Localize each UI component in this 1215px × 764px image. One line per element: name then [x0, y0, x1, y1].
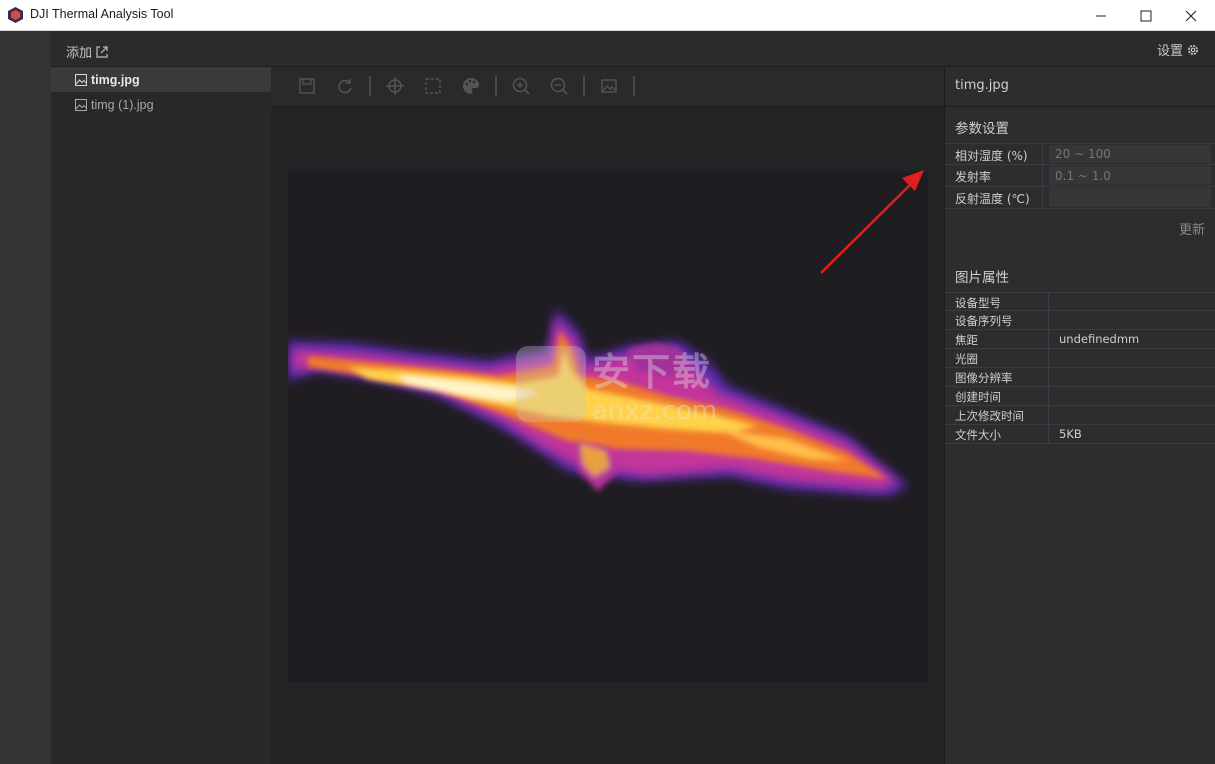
params-section-title: 参数设置: [955, 121, 1009, 137]
prop-value: [1049, 311, 1215, 329]
param-row-humidity: 相对湿度 (%): [945, 143, 1215, 165]
prop-row: 焦距 undefinedmm: [945, 330, 1215, 349]
param-label: 反射温度 (℃): [945, 187, 1043, 208]
panel-filename: timg.jpg: [945, 67, 1215, 107]
watermark-url: anxz.com: [592, 396, 718, 426]
toolbar-divider: [369, 76, 371, 96]
save-button[interactable]: [291, 70, 323, 102]
prop-value: 5KB: [1059, 427, 1082, 441]
external-link-icon: [96, 45, 108, 58]
prop-label: 上次修改时间: [945, 406, 1049, 424]
emissivity-input[interactable]: [1049, 166, 1211, 185]
top-bar: 添加 设置: [51, 31, 1215, 67]
file-item-timg[interactable]: timg.jpg: [51, 67, 271, 92]
gear-icon: [1188, 44, 1198, 55]
close-button[interactable]: [1168, 0, 1214, 31]
update-button[interactable]: 更新: [945, 209, 1215, 252]
toolbar-divider: [495, 76, 497, 96]
maximize-button[interactable]: [1123, 0, 1169, 31]
prop-label: 文件大小: [945, 425, 1049, 443]
maximize-icon: [1140, 10, 1152, 21]
props-table: 设备型号 设备序列号 焦距 undefinedmm 光圈 图像分辨率 创建时间 上…: [945, 292, 1215, 444]
prop-label: 创建时间: [945, 387, 1049, 405]
export-image-button[interactable]: [593, 70, 625, 102]
prop-value: [1049, 406, 1215, 424]
prop-value: [1049, 293, 1215, 310]
param-label: 发射率: [945, 165, 1043, 186]
settings-button[interactable]: 设置: [1157, 40, 1200, 59]
palette-icon: [463, 78, 479, 94]
file-list: timg.jpg timg (1).jpg: [51, 67, 271, 764]
watermark: 安下载 anxz.com: [516, 341, 717, 426]
prop-label: 图像分辨率: [945, 368, 1049, 386]
image-icon: [601, 79, 617, 93]
prop-label: 设备序列号: [945, 311, 1049, 329]
crosshair-icon: [386, 77, 404, 95]
toolbar-divider: [583, 76, 585, 96]
window-title: DJI Thermal Analysis Tool: [30, 7, 174, 21]
prop-value: undefinedmm: [1059, 332, 1140, 346]
image-canvas: 安下载 anxz.com: [271, 105, 944, 764]
select-rect-icon: [425, 78, 441, 94]
zoom-in-button[interactable]: [505, 70, 537, 102]
prop-label: 焦距: [945, 330, 1049, 348]
image-file-icon: [75, 73, 87, 86]
zoom-out-button[interactable]: [543, 70, 575, 102]
minimize-button[interactable]: [1078, 0, 1124, 31]
image-file-icon: [75, 98, 87, 111]
window-titlebar: DJI Thermal Analysis Tool: [0, 0, 1215, 31]
prop-row: 文件大小 5KB: [945, 425, 1215, 444]
spot-measure-button[interactable]: [379, 70, 411, 102]
palette-button[interactable]: [455, 70, 487, 102]
left-rail: [0, 31, 51, 764]
prop-value: [1049, 349, 1215, 367]
param-label: 相对湿度 (%): [945, 144, 1043, 164]
prop-value: [1049, 368, 1215, 386]
param-row-emissivity: 发射率: [945, 165, 1215, 187]
refresh-icon: [338, 79, 352, 94]
toolbar-divider: [633, 76, 635, 96]
add-label: 添加: [66, 46, 93, 61]
zoom-in-icon: [512, 77, 530, 95]
add-button[interactable]: 添加: [66, 42, 109, 61]
image-toolbar: [271, 67, 944, 105]
watermark-logo: [516, 345, 586, 422]
app-logo-icon: [8, 7, 23, 23]
prop-label: 设备型号: [945, 293, 1049, 310]
zoom-out-icon: [550, 77, 568, 95]
prop-row: 创建时间: [945, 387, 1215, 406]
minimize-icon: [1096, 15, 1106, 16]
thermal-image[interactable]: 安下载 anxz.com: [288, 171, 928, 682]
settings-label: 设置: [1156, 44, 1183, 59]
file-name: timg.jpg: [91, 72, 140, 87]
file-name: timg (1).jpg: [91, 97, 154, 112]
refresh-button[interactable]: [329, 70, 361, 102]
prop-row: 光圈: [945, 349, 1215, 368]
prop-row: 设备型号: [945, 292, 1215, 311]
reflected-temp-input[interactable]: [1049, 188, 1211, 207]
thermal-aircraft-image: [288, 309, 908, 496]
param-row-reflected-temp: 反射温度 (℃): [945, 187, 1215, 209]
properties-panel: timg.jpg 参数设置 相对湿度 (%) 发射率 反射温度 (℃) 更新 图…: [944, 67, 1215, 764]
prop-row: 图像分辨率: [945, 368, 1215, 387]
prop-row: 上次修改时间: [945, 406, 1215, 425]
close-icon: [1185, 10, 1197, 21]
area-measure-button[interactable]: [417, 70, 449, 102]
prop-value: [1049, 387, 1215, 405]
props-section-title: 图片属性: [955, 270, 1009, 286]
save-icon: [299, 78, 315, 94]
watermark-text: 安下载: [592, 350, 713, 394]
file-item-timg-1[interactable]: timg (1).jpg: [51, 92, 271, 117]
prop-row: 设备序列号: [945, 311, 1215, 330]
params-table: 相对湿度 (%) 发射率 反射温度 (℃): [945, 143, 1215, 209]
humidity-input[interactable]: [1049, 145, 1211, 163]
prop-label: 光圈: [945, 349, 1049, 367]
